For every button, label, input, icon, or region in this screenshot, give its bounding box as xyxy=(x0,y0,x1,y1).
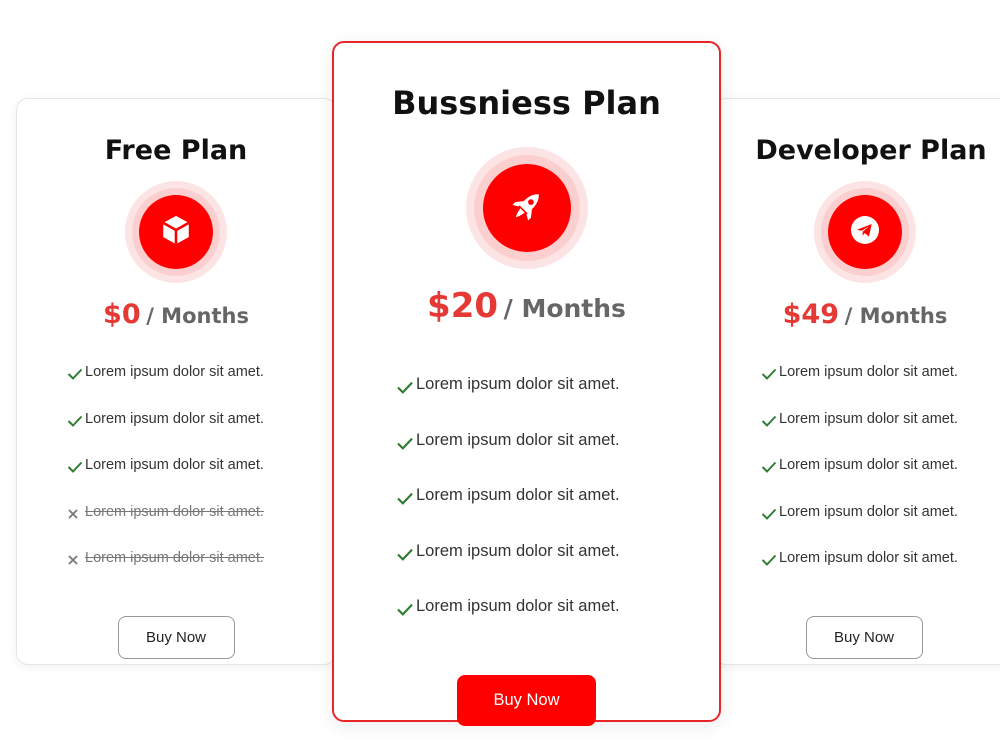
business-plan-card: Bussniess Plan $20 / Months Lorem ipsum … xyxy=(332,41,721,726)
price-period: / Months xyxy=(503,294,626,323)
feature-list: Lorem ipsum dolor sit amet. Lorem ipsum … xyxy=(17,349,335,582)
feature-text: Lorem ipsum dolor sit amet. xyxy=(416,597,620,616)
buy-now-button[interactable]: Buy Now xyxy=(805,615,923,659)
feature-item: Lorem ipsum dolor sit amet. xyxy=(67,396,335,443)
plan-title: Bussniess Plan xyxy=(392,84,661,122)
check-icon xyxy=(761,508,779,524)
feature-item: Lorem ipsum dolor sit amet. xyxy=(396,468,719,524)
check-icon xyxy=(396,602,416,621)
plan-icon-badge xyxy=(814,181,916,283)
feature-text: Lorem ipsum dolor sit amet. xyxy=(85,410,264,427)
feature-item: Lorem ipsum dolor sit amet. xyxy=(67,349,335,396)
buy-now-button[interactable]: Buy Now xyxy=(457,674,596,726)
plan-price: $49 / Months xyxy=(711,297,1000,333)
buy-now-button[interactable]: Buy Now xyxy=(117,615,235,659)
price-amount: $49 xyxy=(782,299,840,330)
feature-list: Lorem ipsum dolor sit amet. Lorem ipsum … xyxy=(715,349,1000,582)
feature-item: Lorem ipsum dolor sit amet. xyxy=(396,413,719,469)
feature-text: Lorem ipsum dolor sit amet. xyxy=(416,375,620,394)
feature-text: Lorem ipsum dolor sit amet. xyxy=(779,503,958,520)
feature-item-excluded: Lorem ipsum dolor sit amet. xyxy=(67,535,335,582)
developer-plan-card: Developer Plan $49 / Months Lorem ipsum … xyxy=(714,98,1000,665)
cross-icon xyxy=(67,508,85,524)
check-icon xyxy=(761,415,779,431)
plan-icon-badge xyxy=(465,147,588,269)
plan-title: Free Plan xyxy=(104,135,248,166)
check-icon xyxy=(67,368,85,384)
price-amount: $20 xyxy=(427,286,499,326)
feature-text: Lorem ipsum dolor sit amet. xyxy=(85,503,264,520)
plan-title: Developer Plan xyxy=(755,135,987,166)
feature-item-excluded: Lorem ipsum dolor sit amet. xyxy=(67,489,335,536)
cross-icon xyxy=(67,554,85,570)
check-icon xyxy=(761,368,779,384)
feature-text: Lorem ipsum dolor sit amet. xyxy=(779,457,958,474)
feature-text: Lorem ipsum dolor sit amet. xyxy=(85,550,264,567)
feature-item: Lorem ipsum dolor sit amet. xyxy=(761,489,1000,536)
plan-icon-badge xyxy=(125,181,227,283)
check-icon xyxy=(761,554,779,570)
feature-text: Lorem ipsum dolor sit amet. xyxy=(779,410,958,427)
check-icon xyxy=(67,461,85,477)
feature-text: Lorem ipsum dolor sit amet. xyxy=(85,457,264,474)
telegram-icon xyxy=(849,214,881,251)
feature-item: Lorem ipsum dolor sit amet. xyxy=(396,579,719,635)
plan-price: $0 / Months xyxy=(17,297,335,333)
check-icon xyxy=(396,380,416,399)
feature-text: Lorem ipsum dolor sit amet. xyxy=(416,541,620,560)
check-icon xyxy=(396,547,416,566)
rocket-icon xyxy=(508,187,546,230)
feature-text: Lorem ipsum dolor sit amet. xyxy=(779,364,958,381)
feature-text: Lorem ipsum dolor sit amet. xyxy=(416,430,620,449)
cube-icon xyxy=(159,213,193,252)
feature-text: Lorem ipsum dolor sit amet. xyxy=(779,550,958,567)
feature-list: Lorem ipsum dolor sit amet. Lorem ipsum … xyxy=(334,357,719,635)
check-icon xyxy=(761,461,779,477)
check-icon xyxy=(396,436,416,455)
feature-item: Lorem ipsum dolor sit amet. xyxy=(761,396,1000,443)
free-plan-card: Free Plan $0 / Months Lorem ipsum dolor … xyxy=(16,98,336,665)
plan-price: $20 / Months xyxy=(334,285,719,327)
feature-text: Lorem ipsum dolor sit amet. xyxy=(416,486,620,505)
feature-item: Lorem ipsum dolor sit amet. xyxy=(761,349,1000,396)
feature-item: Lorem ipsum dolor sit amet. xyxy=(761,442,1000,489)
feature-item: Lorem ipsum dolor sit amet. xyxy=(396,357,719,413)
price-period: / Months xyxy=(146,304,249,328)
feature-item: Lorem ipsum dolor sit amet. xyxy=(396,524,719,580)
feature-text: Lorem ipsum dolor sit amet. xyxy=(85,364,264,381)
price-period: / Months xyxy=(844,304,948,328)
check-icon xyxy=(396,491,416,510)
feature-item: Lorem ipsum dolor sit amet. xyxy=(761,535,1000,582)
check-icon xyxy=(67,415,85,431)
feature-item: Lorem ipsum dolor sit amet. xyxy=(67,442,335,489)
price-amount: $0 xyxy=(103,299,141,330)
